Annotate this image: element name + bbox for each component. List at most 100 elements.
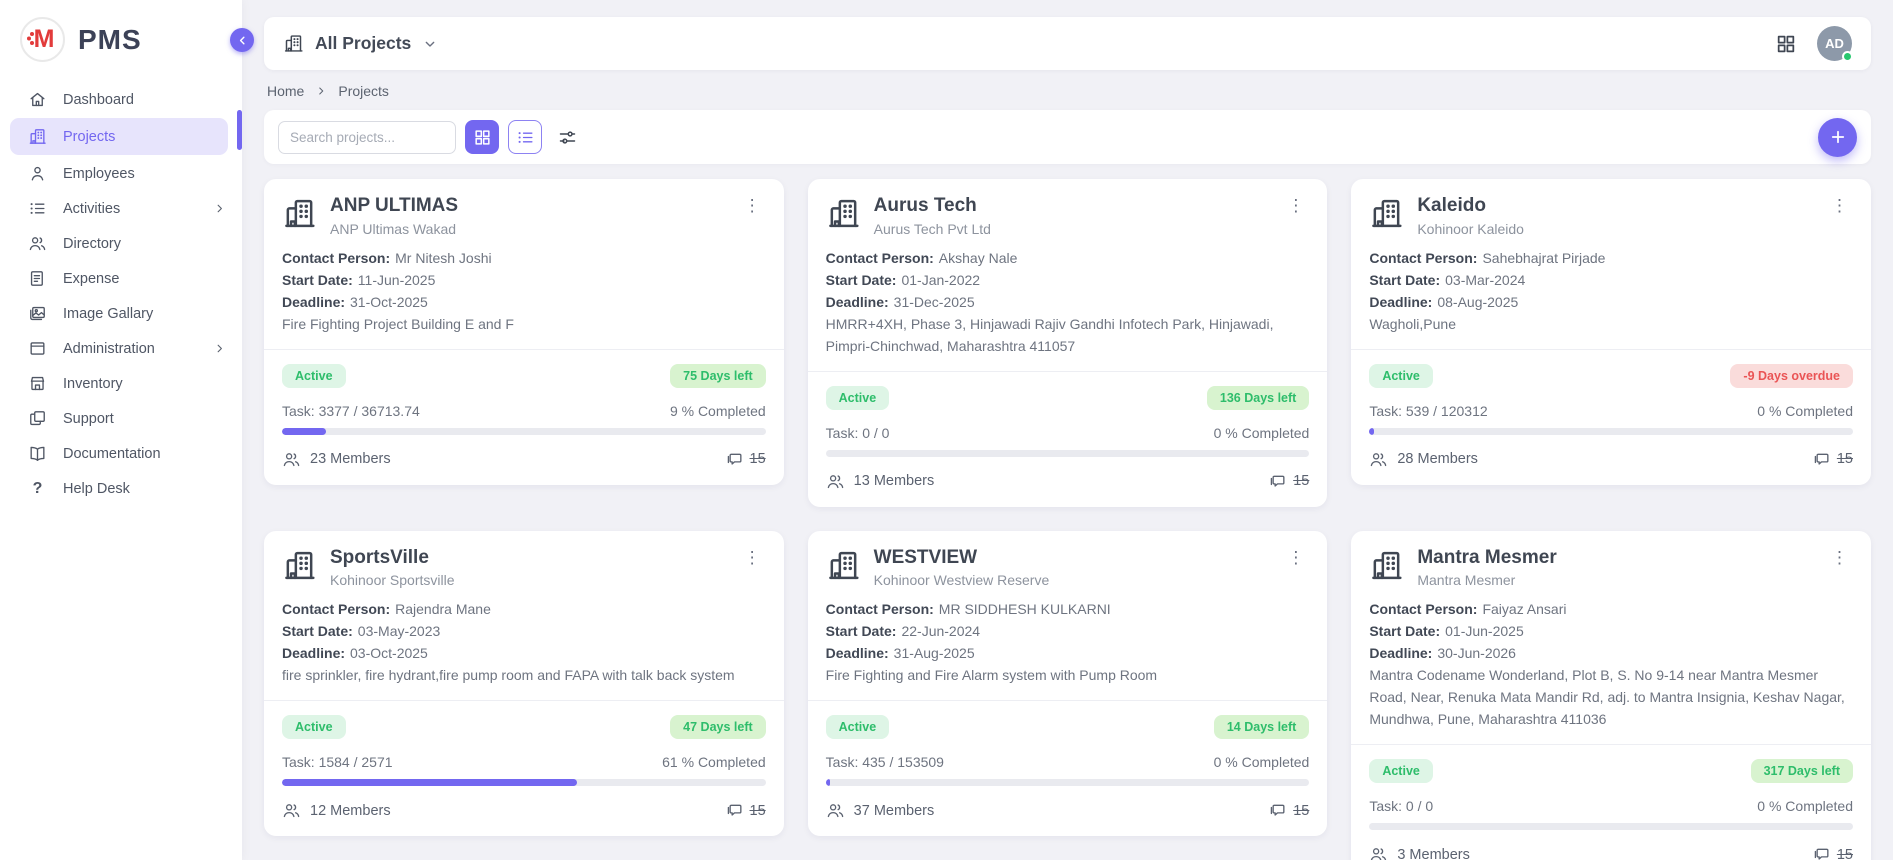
sidebar-item-documentation[interactable]: Documentation xyxy=(0,436,242,471)
card-header: WESTVIEW Kohinoor Westview Reserve ⋮ xyxy=(826,546,1310,589)
sidebar-item-expense[interactable]: Expense xyxy=(0,261,242,296)
project-scope-label: All Projects xyxy=(315,33,411,54)
project-scope-dropdown[interactable]: All Projects xyxy=(283,33,438,54)
chat-group[interactable]: 15 xyxy=(1812,845,1853,860)
chat-count: 15 xyxy=(1837,847,1853,860)
card-titles: WESTVIEW Kohinoor Westview Reserve xyxy=(874,546,1270,589)
sidebar-item-image-gallary[interactable]: Image Gallary xyxy=(0,296,242,331)
project-card[interactable]: Mantra Mesmer Mantra Mesmer ⋮ Contact Pe… xyxy=(1351,531,1871,860)
chat-group[interactable]: 15 xyxy=(1812,450,1853,469)
members-group: 23 Members xyxy=(282,450,391,469)
task-count: Task: 1584 / 2571 xyxy=(282,754,393,770)
status-row: Active 47 Days left xyxy=(282,715,766,739)
status-badge: Active xyxy=(282,715,346,739)
kebab-menu-icon[interactable]: ⋮ xyxy=(1826,546,1853,569)
completed-percent: 0 % Completed xyxy=(1757,798,1853,814)
list-view-button[interactable] xyxy=(508,120,542,154)
deadline-value: 31-Oct-2025 xyxy=(350,294,428,310)
sidebar-item-activities[interactable]: Activities xyxy=(0,191,242,226)
start-date-value: 22-Jun-2024 xyxy=(901,623,980,639)
task-row: Task: 1584 / 2571 61 % Completed xyxy=(282,754,766,770)
deadline-value: 30-Jun-2026 xyxy=(1437,645,1516,661)
members-count: 37 Members xyxy=(854,803,935,819)
filter-button[interactable] xyxy=(551,120,583,154)
sidebar-item-help-desk[interactable]: ? Help Desk xyxy=(0,471,242,506)
store-icon xyxy=(28,374,47,393)
chat-group[interactable]: 15 xyxy=(725,801,766,820)
sidebar-item-dashboard[interactable]: Dashboard xyxy=(0,82,242,117)
sidebar-item-inventory[interactable]: Inventory xyxy=(0,366,242,401)
kebab-menu-icon[interactable]: ⋮ xyxy=(1282,546,1309,569)
contact-line: Contact Person:Sahebhajrat Pirjade xyxy=(1369,248,1853,270)
chevron-right-icon xyxy=(213,342,226,355)
progress-fill xyxy=(282,428,326,435)
card-titles: SportsVille Kohinoor Sportsville xyxy=(330,546,726,589)
contact-line: Contact Person:MR SIDDHESH KULKARNI xyxy=(826,599,1310,621)
card-titles: Aurus Tech Aurus Tech Pvt Ltd xyxy=(874,194,1270,237)
chat-count: 15 xyxy=(1837,451,1853,467)
completed-percent: 61 % Completed xyxy=(662,754,766,770)
task-row: Task: 0 / 0 0 % Completed xyxy=(826,425,1310,441)
contact-label: Contact Person: xyxy=(1369,250,1477,266)
add-project-button[interactable] xyxy=(1818,118,1857,157)
start-date-label: Start Date: xyxy=(1369,272,1440,288)
sidebar-collapse-button[interactable] xyxy=(230,28,254,52)
sidebar-item-label: Projects xyxy=(63,129,115,145)
progress-bar xyxy=(282,779,766,786)
members-group: 28 Members xyxy=(1369,450,1478,469)
contact-value: Faiyaz Ansari xyxy=(1482,601,1566,617)
contact-value: Mr Nitesh Joshi xyxy=(395,250,491,266)
breadcrumb-home[interactable]: Home xyxy=(267,83,304,99)
sidebar-item-directory[interactable]: Directory xyxy=(0,226,242,261)
card-footer: 12 Members 15 xyxy=(282,801,766,820)
contact-line: Contact Person:Faiyaz Ansari xyxy=(1369,599,1853,621)
chat-group[interactable]: 15 xyxy=(1268,472,1309,491)
project-card[interactable]: ANP ULTIMAS ANP Ultimas Wakad ⋮ Contact … xyxy=(264,179,784,485)
search-input[interactable] xyxy=(278,121,456,154)
sidebar-item-projects[interactable]: Projects xyxy=(10,118,228,155)
breadcrumb-current: Projects xyxy=(338,83,389,99)
chat-group[interactable]: 15 xyxy=(725,450,766,469)
members-count: 3 Members xyxy=(1397,847,1470,860)
project-title: Aurus Tech xyxy=(874,194,1270,218)
task-count: Task: 539 / 120312 xyxy=(1369,403,1487,419)
card-titles: Mantra Mesmer Mantra Mesmer xyxy=(1417,546,1813,589)
card-details: Contact Person:Mr Nitesh Joshi Start Dat… xyxy=(282,248,766,336)
members-count: 12 Members xyxy=(310,803,391,819)
deadline-value: 03-Oct-2025 xyxy=(350,645,428,661)
chevron-right-icon xyxy=(213,202,226,215)
kebab-menu-icon[interactable]: ⋮ xyxy=(739,194,766,217)
apps-grid-icon[interactable] xyxy=(1775,33,1797,55)
project-subtitle: Kohinoor Kaleido xyxy=(1417,221,1813,237)
kebab-menu-icon[interactable]: ⋮ xyxy=(1282,194,1309,217)
help-icon: ? xyxy=(28,480,47,498)
project-card[interactable]: SportsVille Kohinoor Sportsville ⋮ Conta… xyxy=(264,531,784,837)
progress-bar xyxy=(826,450,1310,457)
copy-icon xyxy=(28,409,47,428)
sidebar-item-support[interactable]: Support xyxy=(0,401,242,436)
completed-percent: 0 % Completed xyxy=(1214,754,1310,770)
sidebar-item-label: Image Gallary xyxy=(63,306,153,322)
deadline-value: 08-Aug-2025 xyxy=(1437,294,1518,310)
status-row: Active 136 Days left xyxy=(826,386,1310,410)
grid-view-button[interactable] xyxy=(465,120,499,154)
header-actions: AD xyxy=(1775,26,1852,61)
days-badge: 47 Days left xyxy=(670,715,765,739)
start-date-line: Start Date:01-Jan-2022 xyxy=(826,270,1310,292)
start-date-line: Start Date:01-Jun-2025 xyxy=(1369,621,1853,643)
contact-value: Akshay Nale xyxy=(939,250,1018,266)
deadline-line: Deadline:31-Aug-2025 xyxy=(826,643,1310,665)
avatar[interactable]: AD xyxy=(1817,26,1852,61)
project-subtitle: Kohinoor Westview Reserve xyxy=(874,572,1270,588)
chat-group[interactable]: 15 xyxy=(1268,801,1309,820)
project-card[interactable]: Aurus Tech Aurus Tech Pvt Ltd ⋮ Contact … xyxy=(808,179,1328,507)
sidebar-item-administration[interactable]: Administration xyxy=(0,331,242,366)
project-card[interactable]: WESTVIEW Kohinoor Westview Reserve ⋮ Con… xyxy=(808,531,1328,837)
kebab-menu-icon[interactable]: ⋮ xyxy=(1826,194,1853,217)
kebab-menu-icon[interactable]: ⋮ xyxy=(739,546,766,569)
project-card[interactable]: Kaleido Kohinoor Kaleido ⋮ Contact Perso… xyxy=(1351,179,1871,485)
book-icon xyxy=(28,444,47,463)
status-row: Active 317 Days left xyxy=(1369,759,1853,783)
list-view-icon xyxy=(516,128,535,147)
sidebar-item-employees[interactable]: Employees xyxy=(0,156,242,191)
